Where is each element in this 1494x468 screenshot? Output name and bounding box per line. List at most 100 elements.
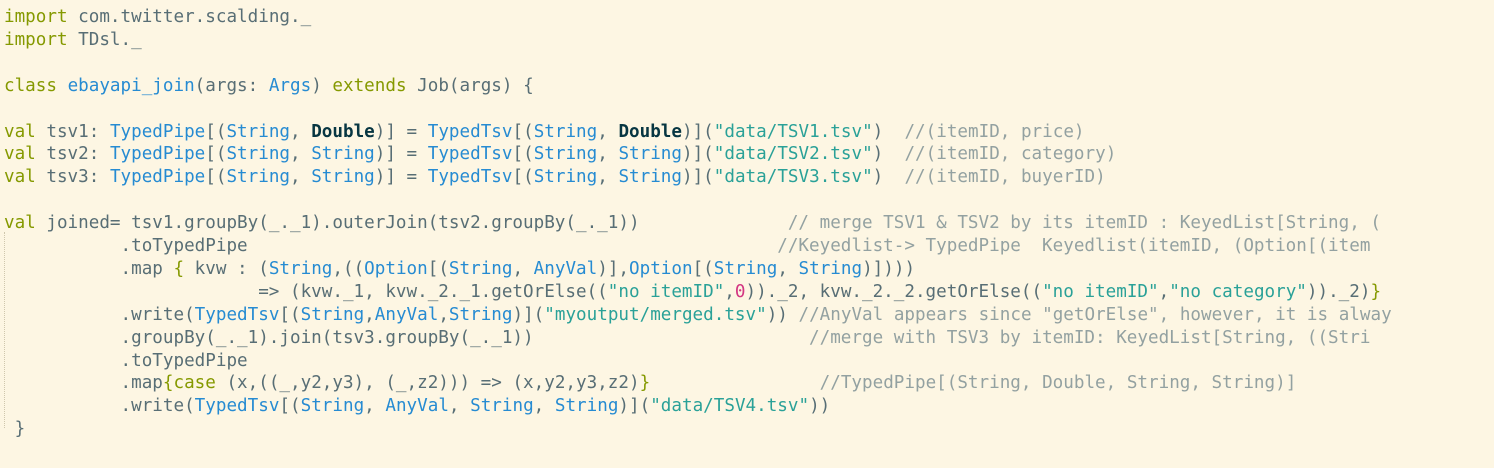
code-token: class: [4, 75, 57, 96]
code-line-4[interactable]: class ebayapi_join(args: Args) extends J…: [4, 75, 534, 97]
code-token: ): [872, 121, 905, 142]
code-line-2[interactable]: import TDsl._: [4, 29, 142, 51]
code-token: tsv1:: [35, 121, 110, 142]
code-token: String: [300, 396, 365, 417]
code-line-11[interactable]: .toTypedPipe //Keyedlist-> TypedPipe Key…: [4, 235, 1371, 257]
code-line-10[interactable]: val joined= tsv1.groupBy(_._1).outerJoin…: [4, 212, 1381, 234]
code-line-8[interactable]: val tsv3: TypedPipe[(String, String)] = …: [4, 166, 1106, 188]
code-token: [(: [692, 258, 714, 279]
code-token: TypedTsv: [194, 396, 280, 417]
code-token: val: [4, 213, 36, 234]
code-token: .toTypedPipe: [4, 236, 778, 256]
code-token: .write(: [4, 304, 195, 325]
code-line-19[interactable]: }: [4, 418, 26, 440]
code-token: Double: [311, 121, 375, 142]
code-token: [(: [427, 258, 449, 279]
code-token: ,: [438, 304, 449, 325]
code-token: TypedTsv: [427, 167, 513, 188]
code-token: Job(args) {: [406, 75, 534, 96]
code-token: TDsl._: [67, 29, 142, 50]
code-token: )](: [682, 121, 714, 142]
code-token: tsv2:: [35, 144, 110, 165]
code-token: ))._2, kvw._2._2.getOrElse((: [745, 281, 1043, 302]
code-token: String: [311, 167, 375, 188]
code-line-7[interactable]: val tsv2: TypedPipe[(String, String)] = …: [4, 143, 1116, 165]
code-line-16[interactable]: .toTypedPipe: [4, 350, 248, 372]
code-token: TypedPipe: [109, 167, 206, 188]
code-token: val: [4, 167, 36, 188]
code-token: ,: [597, 121, 619, 142]
code-token: )](: [682, 144, 714, 165]
code-token: )]))): [862, 258, 916, 279]
code-token: String: [798, 258, 863, 279]
code-token: 0: [734, 281, 746, 302]
code-editor[interactable]: import com.twitter.scalding._ import TDsl…: [0, 0, 1494, 468]
code-token: )](: [618, 396, 651, 417]
code-token: String: [618, 144, 682, 165]
code-token: ,: [724, 281, 735, 302]
code-line-14[interactable]: .write(TypedTsv[(String,AnyVal,String)](…: [4, 304, 1392, 326]
code-token: ,: [290, 167, 312, 188]
code-token: val: [4, 144, 36, 165]
code-line-12[interactable]: .map { kvw : (String,((Option[(String, A…: [4, 258, 916, 280]
code-token: ,: [597, 167, 619, 188]
code-token: ,: [364, 304, 375, 325]
code-token: TypedPipe: [109, 121, 206, 142]
code-token: //(itemID, category): [904, 144, 1117, 165]
code-token: Double: [618, 121, 682, 142]
code-line-1[interactable]: import com.twitter.scalding._: [4, 6, 311, 28]
code-token: )](: [512, 304, 545, 325]
code-token: .toTypedPipe: [4, 350, 248, 371]
code-token: TypedTsv: [427, 121, 513, 142]
code-token: joined= tsv1.groupBy(_._1).outerJoin(tsv…: [35, 213, 788, 234]
code-token: )): [809, 396, 831, 417]
code-token: tsv3:: [35, 167, 110, 188]
code-token: {: [173, 258, 185, 279]
code-token: String: [533, 144, 598, 165]
code-token: ): [872, 167, 905, 188]
code-token: ebayapi_join: [67, 75, 195, 96]
code-token: )] =: [374, 167, 428, 188]
code-token: )] =: [374, 121, 428, 142]
code-token: "data/TSV4.tsv": [650, 396, 810, 417]
code-token: [(: [279, 396, 301, 417]
code-token: AnyVal: [374, 304, 439, 325]
code-token: ,((: [332, 258, 365, 279]
code-line-6[interactable]: val tsv1: TypedPipe[(String, Double)] = …: [4, 121, 1085, 143]
code-token: String: [533, 121, 598, 142]
code-token: .groupBy(_._1).join(tsv3.groupBy(_._1)): [4, 327, 810, 348]
code-line-18[interactable]: .write(TypedTsv[(String, AnyVal, String,…: [4, 395, 831, 417]
code-token: AnyVal: [385, 396, 449, 417]
code-token: [(: [279, 304, 301, 325]
code-line-13[interactable]: => (kvw._1, kvw._2._1.getOrElse(("no ite…: [4, 281, 1381, 303]
code-token: )](: [682, 167, 714, 188]
code-token: String: [713, 258, 778, 279]
code-token: ))._2): [1306, 281, 1371, 302]
code-token: Option: [629, 258, 693, 279]
code-token: TypedPipe: [109, 144, 206, 165]
code-token: TypedTsv: [427, 144, 513, 165]
code-token: String: [226, 121, 291, 142]
code-token: [(: [205, 121, 227, 142]
code-token: String: [470, 396, 534, 417]
code-token: ,: [290, 121, 312, 142]
code-token: String: [554, 396, 619, 417]
code-token: "no category": [1169, 281, 1307, 302]
code-token: ,: [533, 396, 555, 417]
code-token: (x,((_,y2,y3), (_,z2))) => (x,y2,y3,z2): [215, 373, 640, 394]
code-token: "data/TSV2.tsv": [713, 144, 873, 165]
code-token: //(itemID, price): [904, 121, 1085, 142]
code-token: //merge with TSV3 by itemID: KeyedList[S…: [809, 327, 1371, 348]
code-token: AnyVal: [533, 258, 598, 279]
code-token: //AnyVal appears since "getOrElse", howe…: [798, 304, 1392, 325]
code-token: ,: [597, 144, 619, 165]
code-token: [(: [205, 167, 227, 188]
code-token: .map: [4, 258, 174, 279]
code-line-15[interactable]: .groupBy(_._1).join(tsv3.groupBy(_._1)) …: [4, 327, 1371, 349]
code-token: => (kvw._1, kvw._2._1.getOrElse((: [4, 281, 608, 302]
code-token: [(: [512, 121, 534, 142]
code-line-17[interactable]: .map{case (x,((_,y2,y3), (_,z2))) => (x,…: [4, 372, 1297, 394]
code-token: ,: [290, 144, 312, 165]
